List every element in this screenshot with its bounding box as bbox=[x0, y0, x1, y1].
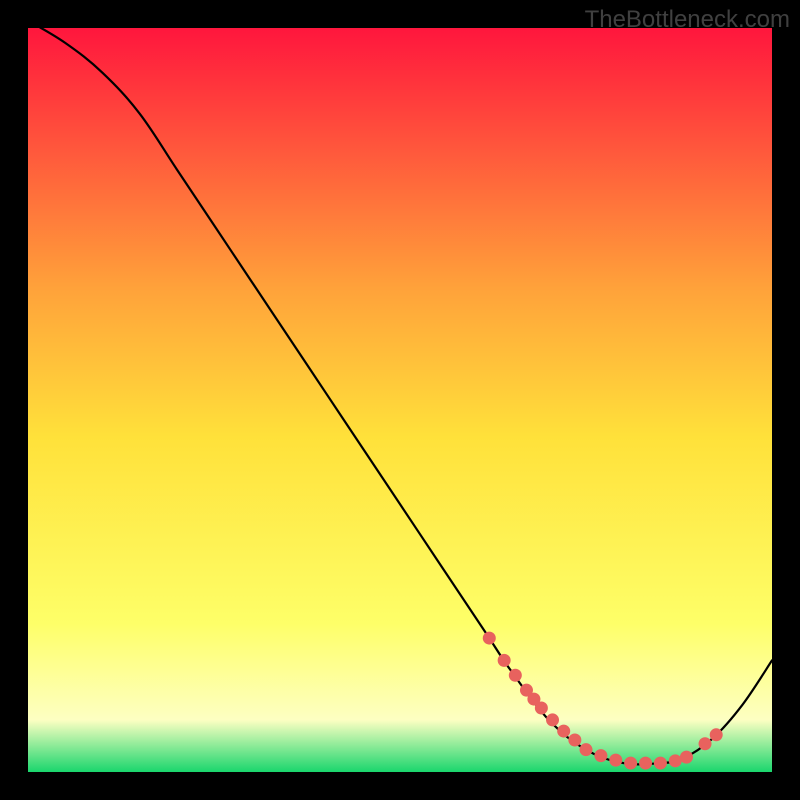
curve-marker bbox=[483, 632, 496, 645]
chart-frame: TheBottleneck.com bbox=[0, 0, 800, 800]
curve-marker bbox=[535, 702, 548, 715]
curve-marker bbox=[639, 757, 652, 770]
curve-marker bbox=[557, 725, 570, 738]
curve-marker bbox=[710, 728, 723, 741]
curve-marker bbox=[680, 751, 693, 764]
curve-marker bbox=[699, 737, 712, 750]
plot-area bbox=[28, 28, 772, 772]
curve-marker bbox=[669, 754, 682, 767]
gradient-background bbox=[28, 28, 772, 772]
curve-marker bbox=[580, 743, 593, 756]
curve-marker bbox=[609, 754, 622, 767]
curve-marker bbox=[594, 749, 607, 762]
curve-marker bbox=[546, 713, 559, 726]
curve-marker bbox=[509, 669, 522, 682]
curve-marker bbox=[624, 757, 637, 770]
curve-marker bbox=[568, 734, 581, 747]
chart-svg bbox=[28, 28, 772, 772]
curve-marker bbox=[498, 654, 511, 667]
curve-marker bbox=[654, 757, 667, 770]
